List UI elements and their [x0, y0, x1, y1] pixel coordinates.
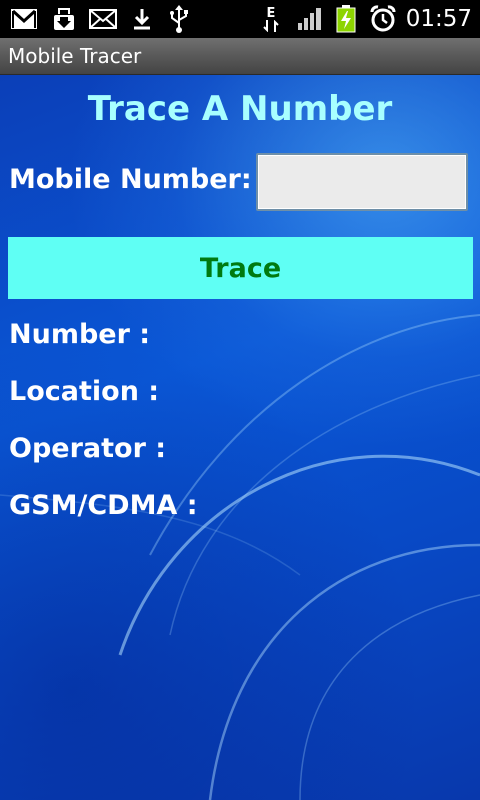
battery-charging-icon	[334, 0, 358, 38]
title-bar: Mobile Tracer	[0, 38, 480, 75]
main-content: Trace A Number Mobile Number: Trace Numb…	[0, 75, 480, 800]
trace-button[interactable]: Trace	[8, 237, 473, 299]
mail-icon	[88, 0, 118, 38]
edge-data-icon: E	[258, 0, 284, 38]
gmail-icon	[8, 0, 40, 38]
download-box-icon	[50, 0, 78, 38]
result-operator-label: Operator :	[9, 433, 167, 464]
app-title: Mobile Tracer	[8, 44, 142, 68]
status-bar: E 01:57	[0, 0, 480, 38]
result-gsm-cdma-label: GSM/CDMA :	[9, 490, 198, 521]
signal-icon	[296, 0, 324, 38]
page-title: Trace A Number	[87, 89, 393, 129]
result-location-label: Location :	[9, 376, 160, 407]
alarm-icon	[368, 0, 398, 38]
usb-icon	[166, 0, 192, 38]
clock: 01:57	[405, 6, 472, 32]
mobile-number-input[interactable]	[256, 153, 468, 211]
mobile-number-label: Mobile Number:	[9, 164, 252, 195]
result-number-label: Number :	[9, 319, 151, 350]
download-icon	[130, 0, 154, 38]
network-type-label: E	[266, 5, 276, 21]
